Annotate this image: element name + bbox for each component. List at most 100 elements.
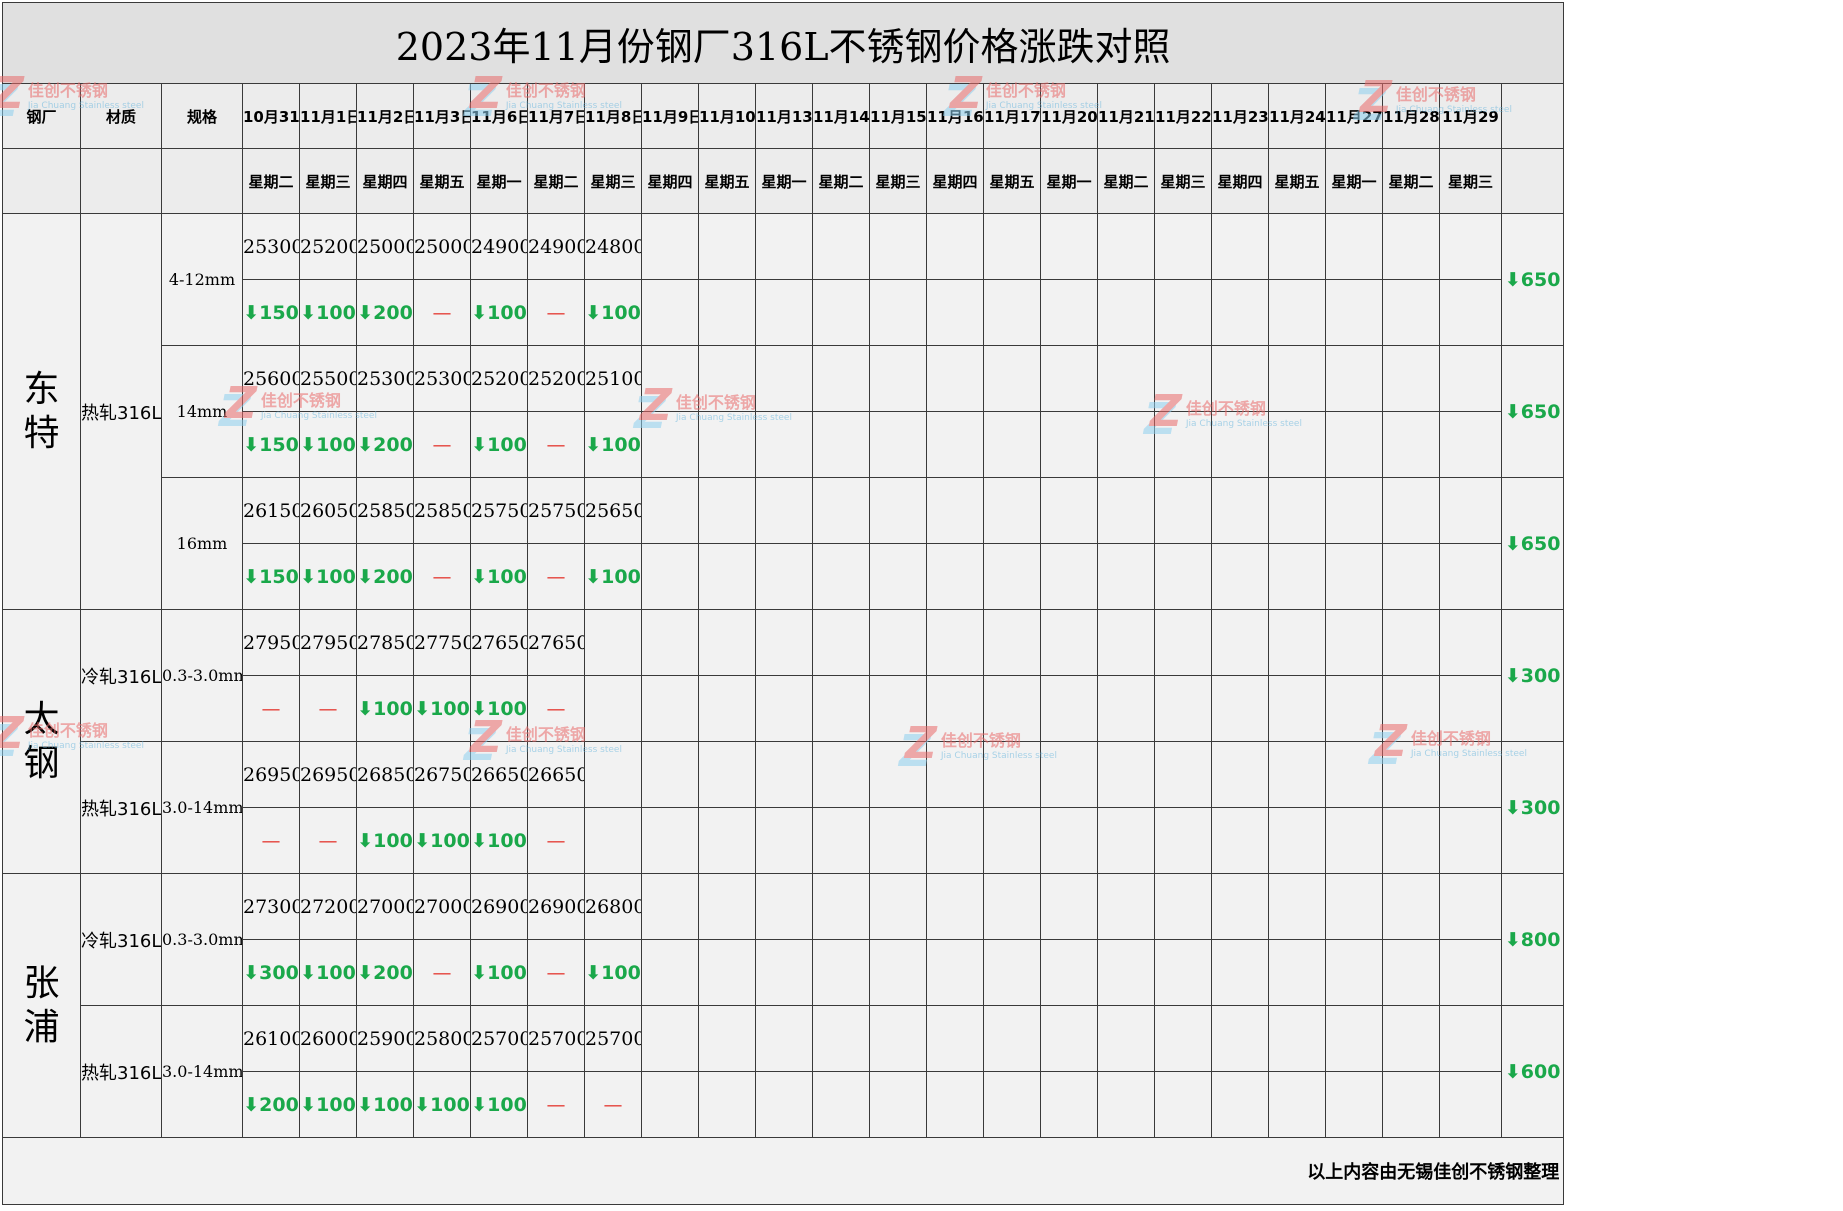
date-header: 11月24日 (1268, 83, 1326, 149)
change-cell: ⬇100 (299, 543, 357, 610)
price-cell (926, 477, 984, 544)
change-cell (1040, 675, 1098, 742)
plant-name-char: 太 (23, 698, 60, 740)
price-cell (983, 873, 1041, 940)
total-change-cell: ⬇600 (1500, 1005, 1565, 1138)
date-header: 11月16日 (926, 83, 984, 149)
material-name: 热轧316L (80, 741, 162, 874)
price-cell (1154, 609, 1212, 676)
price-cell: 26050 (299, 477, 357, 544)
change-cell: ⬇150 (242, 279, 300, 346)
change-cell (1040, 279, 1098, 346)
price-cell (641, 741, 699, 808)
change-cell (1325, 675, 1383, 742)
change-cell: ⬇100 (356, 675, 414, 742)
price-cell: 25200 (470, 345, 528, 412)
change-cell (869, 807, 927, 874)
price-cell: 27850 (356, 609, 414, 676)
sheet-title: 2023年11月份钢厂316L不锈钢价格涨跌对照 (1, 2, 1565, 84)
weekday-header: 星期三 (869, 148, 927, 214)
weekday-header: 星期一 (1040, 148, 1098, 214)
weekday-header: 星期三 (584, 148, 642, 214)
change-cell (1268, 939, 1326, 1006)
price-cell: 25300 (413, 345, 471, 412)
price-sheet: 2023年11月份钢厂316L不锈钢价格涨跌对照 钢厂 材质 规格 10月31日… (1, 2, 1565, 1205)
price-cell (1439, 609, 1502, 676)
price-cell (1325, 873, 1383, 940)
weekday-header: 星期五 (698, 148, 756, 214)
change-cell (1211, 675, 1269, 742)
price-cell (698, 1005, 756, 1072)
change-cell: ⬇100 (584, 411, 642, 478)
change-cell (698, 1071, 756, 1138)
change-cell (1211, 543, 1269, 610)
price-cell: 27300 (242, 873, 300, 940)
total-change-cell: ⬇650 (1500, 213, 1565, 346)
price-cell (1040, 1005, 1098, 1072)
change-cell (1382, 675, 1440, 742)
price-cell: 27000 (413, 873, 471, 940)
change-cell (869, 279, 927, 346)
date-header: 11月1日 (299, 83, 357, 149)
price-cell: 27000 (356, 873, 414, 940)
price-row: 16mm 26150 26050 25850 25850 25750 25750 25650 ⬇… (3, 477, 1565, 610)
price-cell (869, 477, 927, 544)
change-cell (698, 939, 756, 1006)
change-cell: ⬇100 (413, 807, 471, 874)
price-cell: 27950 (242, 609, 300, 676)
price-cell: 25200 (299, 213, 357, 280)
change-cell (1040, 939, 1098, 1006)
price-cell (1211, 345, 1269, 412)
change-cell (1154, 1071, 1212, 1138)
change-cell: ⬇200 (356, 279, 414, 346)
plant-name-char: 东 (23, 368, 60, 410)
price-cell: 25900 (356, 1005, 414, 1072)
price-cell (1325, 1005, 1383, 1072)
date-header: 11月8日 (584, 83, 642, 149)
price-cell (812, 873, 870, 940)
price-cell: 26000 (299, 1005, 357, 1072)
material-name: 冷轧316L (80, 873, 162, 1006)
price-cell (1439, 477, 1502, 544)
price-cell (698, 609, 756, 676)
change-cell (1040, 807, 1098, 874)
change-cell: ⬇200 (356, 411, 414, 478)
change-cell (1154, 675, 1212, 742)
price-cell (1097, 213, 1155, 280)
price-cell (1154, 477, 1212, 544)
change-cell (1154, 939, 1212, 1006)
date-header: 11月21日 (1097, 83, 1155, 149)
change-cell (641, 279, 699, 346)
price-cell (983, 345, 1041, 412)
price-cell (869, 609, 927, 676)
price-cell: 27650 (470, 609, 528, 676)
change-cell (755, 543, 813, 610)
price-cell (869, 873, 927, 940)
change-cell (983, 411, 1041, 478)
date-header: 11月15日 (869, 83, 927, 149)
change-cell (1382, 543, 1440, 610)
change-cell (1154, 411, 1212, 478)
change-cell: ⬇100 (356, 1071, 414, 1138)
change-cell (812, 939, 870, 1006)
spec-name: 0.3-3.0mm (161, 873, 243, 1006)
price-cell (1097, 609, 1155, 676)
change-cell (1268, 807, 1326, 874)
price-cell: 26950 (242, 741, 300, 808)
date-header: 11月27 (1325, 83, 1383, 149)
price-row: 张浦冷轧316L 0.3-3.0mm 27300 27200 27000 27000 269… (2, 873, 1565, 1138)
price-cell (755, 873, 813, 940)
change-cell (698, 279, 756, 346)
change-cell: — (527, 543, 585, 610)
change-cell: — (242, 675, 300, 742)
price-cell (1268, 345, 1326, 412)
change-cell (869, 543, 927, 610)
price-cell (812, 609, 870, 676)
change-cell: — (527, 675, 585, 742)
price-cell: 24900 (470, 213, 528, 280)
material-name: 冷轧316L (80, 609, 162, 742)
change-cell: — (413, 279, 471, 346)
change-cell (1097, 543, 1155, 610)
change-cell: — (527, 939, 585, 1006)
change-cell (755, 279, 813, 346)
